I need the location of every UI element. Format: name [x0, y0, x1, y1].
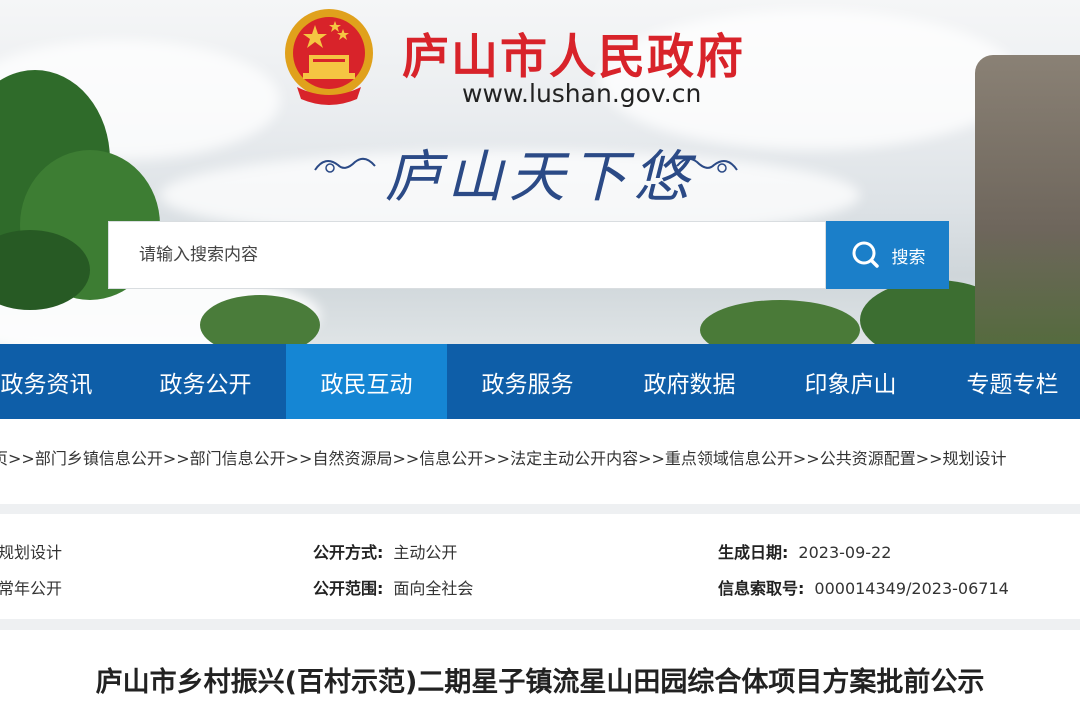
site-url: www.lushan.gov.cn [462, 79, 702, 108]
search-box [108, 221, 826, 289]
nav-item-gov-data[interactable]: 政府数据 [609, 344, 770, 419]
article-title: 庐山市乡村振兴(百村示范)二期星子镇流星山田园综合体项目方案批前公示 [95, 667, 985, 698]
main-nav: 政务资讯 政务公开 政民互动 政务服务 政府数据 印象庐山 专题专栏 [0, 344, 1080, 419]
search-input[interactable] [109, 222, 825, 288]
nav-item-impression[interactable]: 印象庐山 [770, 344, 931, 419]
generated-date-label: 生成日期: [718, 543, 789, 562]
disclosure-method-label: 公开方式: [313, 543, 384, 562]
breadcrumb[interactable]: 页>>部门乡镇信息公开>>部门信息公开>>自然资源局>>信息公开>>法定主动公开… [0, 445, 1007, 469]
left-cloud-swirl-icon [314, 157, 376, 173]
disclosure-scope: 公开范围: 面向全社会 [313, 575, 473, 599]
generated-date: 生成日期: 2023-09-22 [718, 539, 891, 563]
right-cloud-swirl-icon [676, 157, 738, 173]
generated-date-value: 2023-09-22 [798, 543, 892, 562]
disclosure-method: 公开方式: 主动公开 [313, 539, 457, 563]
breadcrumb-bar: 页>>部门乡镇信息公开>>部门信息公开>>自然资源局>>信息公开>>法定主动公开… [0, 419, 1080, 504]
category-value: 规划设计 [0, 543, 63, 562]
nav-item-services[interactable]: 政务服务 [447, 344, 608, 419]
index-number-value: 000014349/2023-06714 [814, 579, 1009, 598]
disclosure-method-value: 主动公开 [393, 543, 458, 562]
nav-item-news[interactable]: 政务资讯 [0, 344, 127, 419]
nav-item-topics[interactable]: 专题专栏 [932, 344, 1080, 419]
disclosure-scope-value: 面向全社会 [393, 579, 474, 598]
search-button[interactable]: 搜索 [826, 221, 949, 289]
disclosure-scope-label: 公开范围: [313, 579, 384, 598]
site-title: 庐山市人民政府 [402, 30, 745, 85]
period-value: 常年公开 [0, 579, 63, 598]
nav-item-interaction[interactable]: 政民互动 [286, 344, 447, 419]
nav-item-gov-disclosure[interactable]: 政务公开 [125, 344, 286, 419]
rock-cliff-decoration [975, 55, 1080, 344]
search-icon [852, 241, 879, 268]
info-meta-panel: 规划设计 常年公开 公开方式: 主动公开 公开范围: 面向全社会 生成日期: 2023… [0, 514, 1080, 619]
tree-decoration [700, 300, 860, 344]
site-header: 庐山市人民政府 www.lushan.gov.cn 庐山天下悠 搜索 [0, 0, 1080, 344]
article-section: 庐山市乡村振兴(百村示范)二期星子镇流星山田园综合体项目方案批前公示 [0, 630, 1080, 701]
national-emblem-icon [285, 9, 373, 105]
search-button-label: 搜索 [891, 247, 926, 268]
index-number: 信息索取号: 000014349/2023-06714 [718, 575, 1009, 599]
slogan: 庐山天下悠 [385, 145, 695, 210]
index-number-label: 信息索取号: [718, 579, 805, 598]
